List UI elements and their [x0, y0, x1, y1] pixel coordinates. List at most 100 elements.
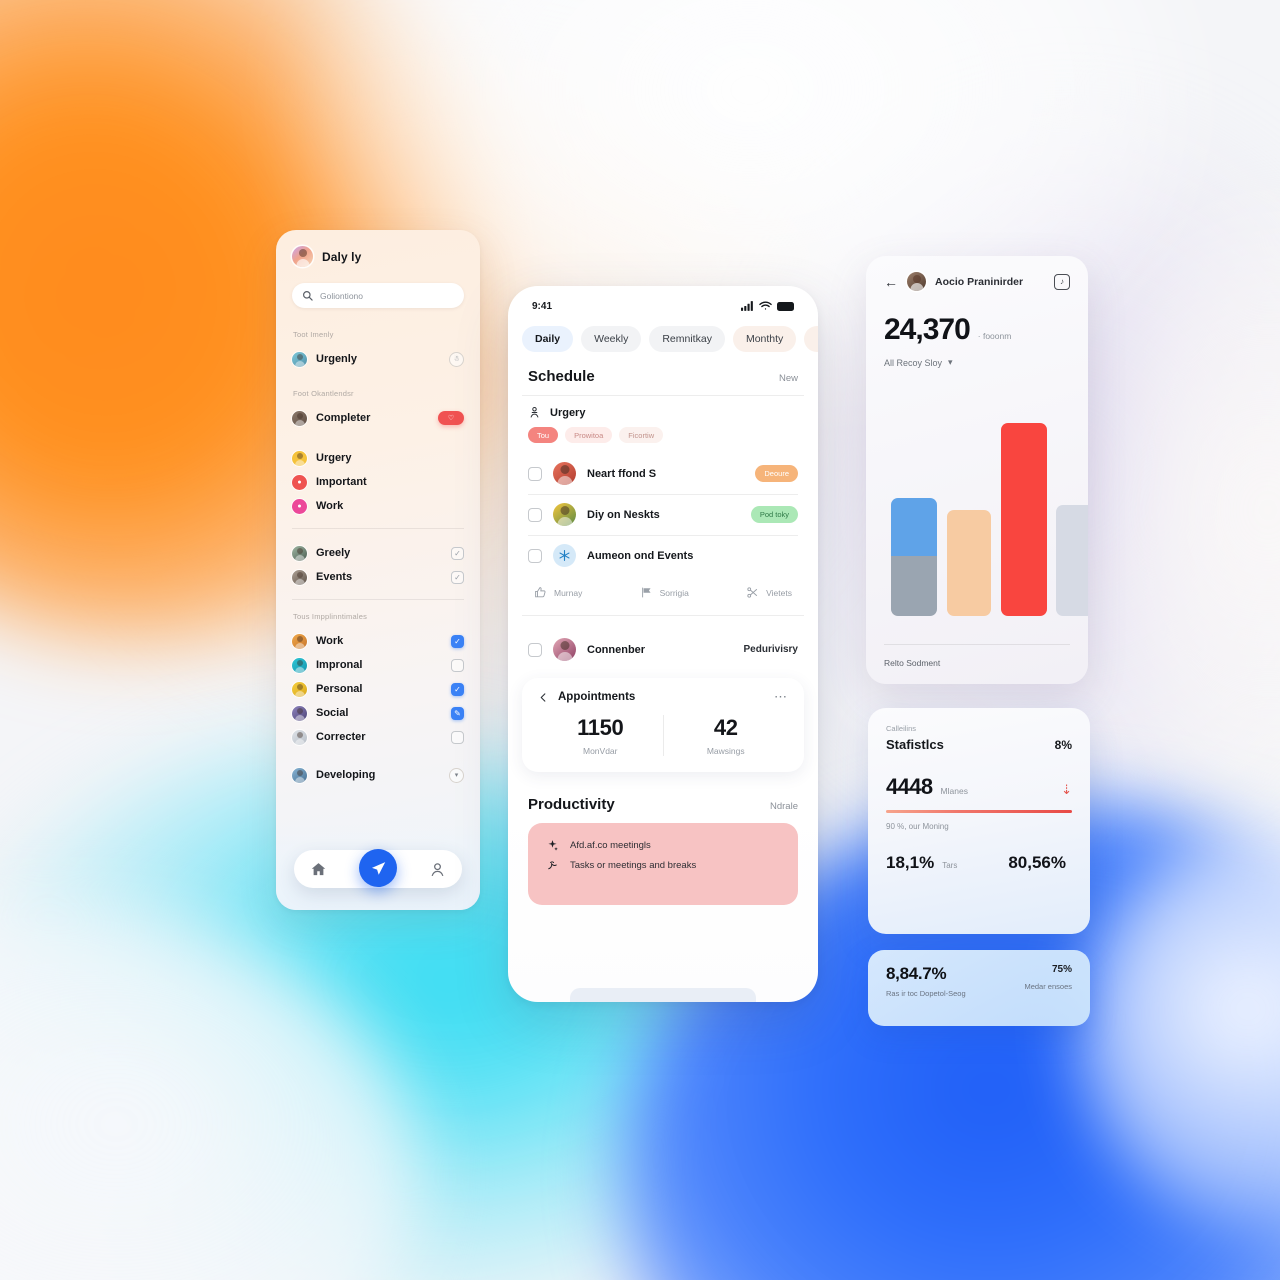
statistics-right-value: 80,56%	[1008, 853, 1066, 872]
thumbs-up-icon	[535, 587, 546, 598]
divider	[292, 599, 464, 600]
phone-mockup: 9:41 Daily Weekly Remnitkay Monthty P Sc…	[508, 286, 818, 1002]
chart-range-label: All Recoy Sloy	[884, 357, 943, 368]
search-icon	[303, 291, 313, 301]
action-sorrigia[interactable]: Sorrigia	[640, 586, 689, 599]
secondary-row[interactable]: Connenber Pedurivisry	[508, 634, 818, 670]
chart-card-footer: Relto Sodment	[884, 644, 1070, 668]
productivity-line: Afd.af.co meetingls	[546, 839, 780, 852]
schedule-group-label: Urgery	[550, 406, 586, 419]
sidebar-item-events[interactable]: Events ✓	[292, 565, 464, 589]
statistics-header: Stafistlcs 8%	[886, 737, 1072, 752]
table-row[interactable]: Neart ffond S Deoure	[508, 453, 818, 494]
productivity-header: Productivity Ndrale	[508, 772, 818, 823]
status-time: 9:41	[532, 300, 553, 312]
flag-icon	[641, 587, 651, 598]
sidebar-item-social[interactable]: Social ✎	[292, 701, 464, 725]
sidebar-bottom-nav	[294, 849, 462, 888]
action-murnay[interactable]: Murnay	[534, 586, 582, 599]
schedule-group[interactable]: Urgery	[508, 396, 818, 425]
home-icon[interactable]	[310, 861, 327, 878]
checkbox[interactable]	[451, 658, 464, 672]
task-checkbox[interactable]	[528, 642, 542, 657]
task-checkbox[interactable]	[528, 548, 542, 563]
status-icons	[741, 301, 794, 311]
sidebar-item-completer[interactable]: Completer ♡	[292, 406, 464, 430]
stat-value: 1150	[577, 715, 624, 740]
mini-value: 8,84.7%	[886, 964, 947, 983]
appointments-card: Appointments ⋯ 1150 MonVdar 42 Mawsings	[522, 678, 804, 772]
list-dot	[292, 633, 307, 649]
more-horizontal-icon[interactable]: ⋯	[774, 690, 788, 703]
tab-more[interactable]: P	[804, 326, 818, 352]
status-bar: 9:41	[508, 286, 818, 320]
sidebar-item-urgery[interactable]: Urgery	[292, 446, 464, 470]
note-icon[interactable]: ♪	[1054, 273, 1070, 290]
checkbox[interactable]: ✎	[451, 706, 464, 720]
checkbox[interactable]	[451, 730, 464, 744]
mini-metric-card: 8,84.7% Ras ir toc Dopetol-Seog 75% Meda…	[868, 950, 1090, 1026]
productivity-text: Tasks or meetings and breaks	[570, 860, 697, 871]
chevron-left-icon[interactable]	[538, 692, 549, 703]
avatar	[553, 503, 576, 526]
sidebar-item-label: Important	[316, 476, 367, 488]
sidebar-item-personal[interactable]: Personal ✓	[292, 677, 464, 701]
appointments-title: Appointments	[558, 691, 636, 703]
send-icon[interactable]	[359, 849, 397, 887]
contact-avatar	[292, 351, 307, 367]
sidebar-item-impronal[interactable]: Impronal	[292, 653, 464, 677]
chevron-down-icon: ▾	[948, 357, 953, 367]
checkbox[interactable]: ✓	[451, 546, 464, 560]
task-checkbox[interactable]	[528, 507, 542, 522]
bar-3-segment-1	[1001, 423, 1047, 616]
bottom-sheet-handle[interactable]	[570, 988, 756, 1002]
person-share-icon[interactable]: ☃	[449, 351, 464, 367]
schedule-tags: Tou Prowitoa Ficortiw	[508, 425, 818, 453]
sidebar-item-work-2[interactable]: Work ✓	[292, 629, 464, 653]
tag-chip[interactable]: Ficortiw	[619, 427, 664, 443]
chart-range-dropdown[interactable]: All Recoy Sloy ▾	[884, 357, 1070, 368]
contact-avatar	[292, 545, 307, 561]
chevron-icon[interactable]: ▾	[449, 767, 464, 783]
sidebar-item-important[interactable]: ● Important	[292, 470, 464, 494]
sidebar-section-title-2: Foot Okantlendsr	[293, 389, 354, 398]
contact-avatar	[292, 569, 307, 585]
checkbox[interactable]: ✓	[451, 634, 464, 648]
action-vietets[interactable]: Vietets	[746, 586, 792, 599]
table-row[interactable]: Aumeon ond Events	[508, 535, 818, 576]
search-input[interactable]: Goliontiono	[292, 283, 464, 308]
tab-monthly[interactable]: Monthty	[732, 326, 797, 352]
tag-chip[interactable]: Prowitoa	[565, 427, 613, 443]
checkbox[interactable]: ✓	[451, 682, 464, 696]
productivity-action[interactable]: Ndrale	[770, 801, 798, 812]
task-label: Diy on Neskts	[587, 508, 660, 521]
sidebar-item-greely[interactable]: Greely ✓	[292, 541, 464, 565]
appointments-stats: 1150 MonVdar 42 Mawsings	[538, 715, 788, 756]
table-row[interactable]: Diy on Neskts Pod toky	[508, 494, 818, 535]
sidebar-item-developing[interactable]: Developing ▾	[292, 763, 464, 787]
tab-bar: Daily Weekly Remnitkay Monthty P	[508, 320, 818, 352]
tab-reminder[interactable]: Remnitkay	[649, 326, 725, 352]
arrow-left-icon[interactable]: ←	[884, 275, 898, 289]
sidebar-item-label: Impronal	[316, 659, 363, 671]
productivity-card: Afd.af.co meetingls Tasks or meetings an…	[528, 823, 798, 905]
new-button[interactable]: New	[779, 373, 798, 384]
status-badge[interactable]: ♡	[438, 411, 464, 425]
scissors-icon	[747, 587, 758, 598]
sidebar-item-urgently[interactable]: Urgenly ☃	[292, 347, 464, 371]
sidebar-item-correcter[interactable]: Correcter	[292, 725, 464, 749]
battery-icon	[777, 301, 794, 311]
task-checkbox[interactable]	[528, 466, 542, 481]
tab-weekly[interactable]: Weekly	[581, 326, 642, 352]
avatar[interactable]	[907, 272, 926, 291]
status-badge: Pod toky	[750, 506, 798, 523]
tab-daily[interactable]: Daily	[522, 326, 574, 352]
sidebar-item-label: Developing	[316, 769, 376, 781]
profile-icon[interactable]	[429, 861, 446, 878]
statistics-left-label: Tars	[942, 861, 958, 870]
tag-chip[interactable]: Tou	[528, 427, 559, 443]
sidebar-item-work[interactable]: ● Work	[292, 494, 464, 518]
avatar[interactable]	[292, 246, 313, 267]
checkbox[interactable]: ✓	[451, 570, 464, 584]
